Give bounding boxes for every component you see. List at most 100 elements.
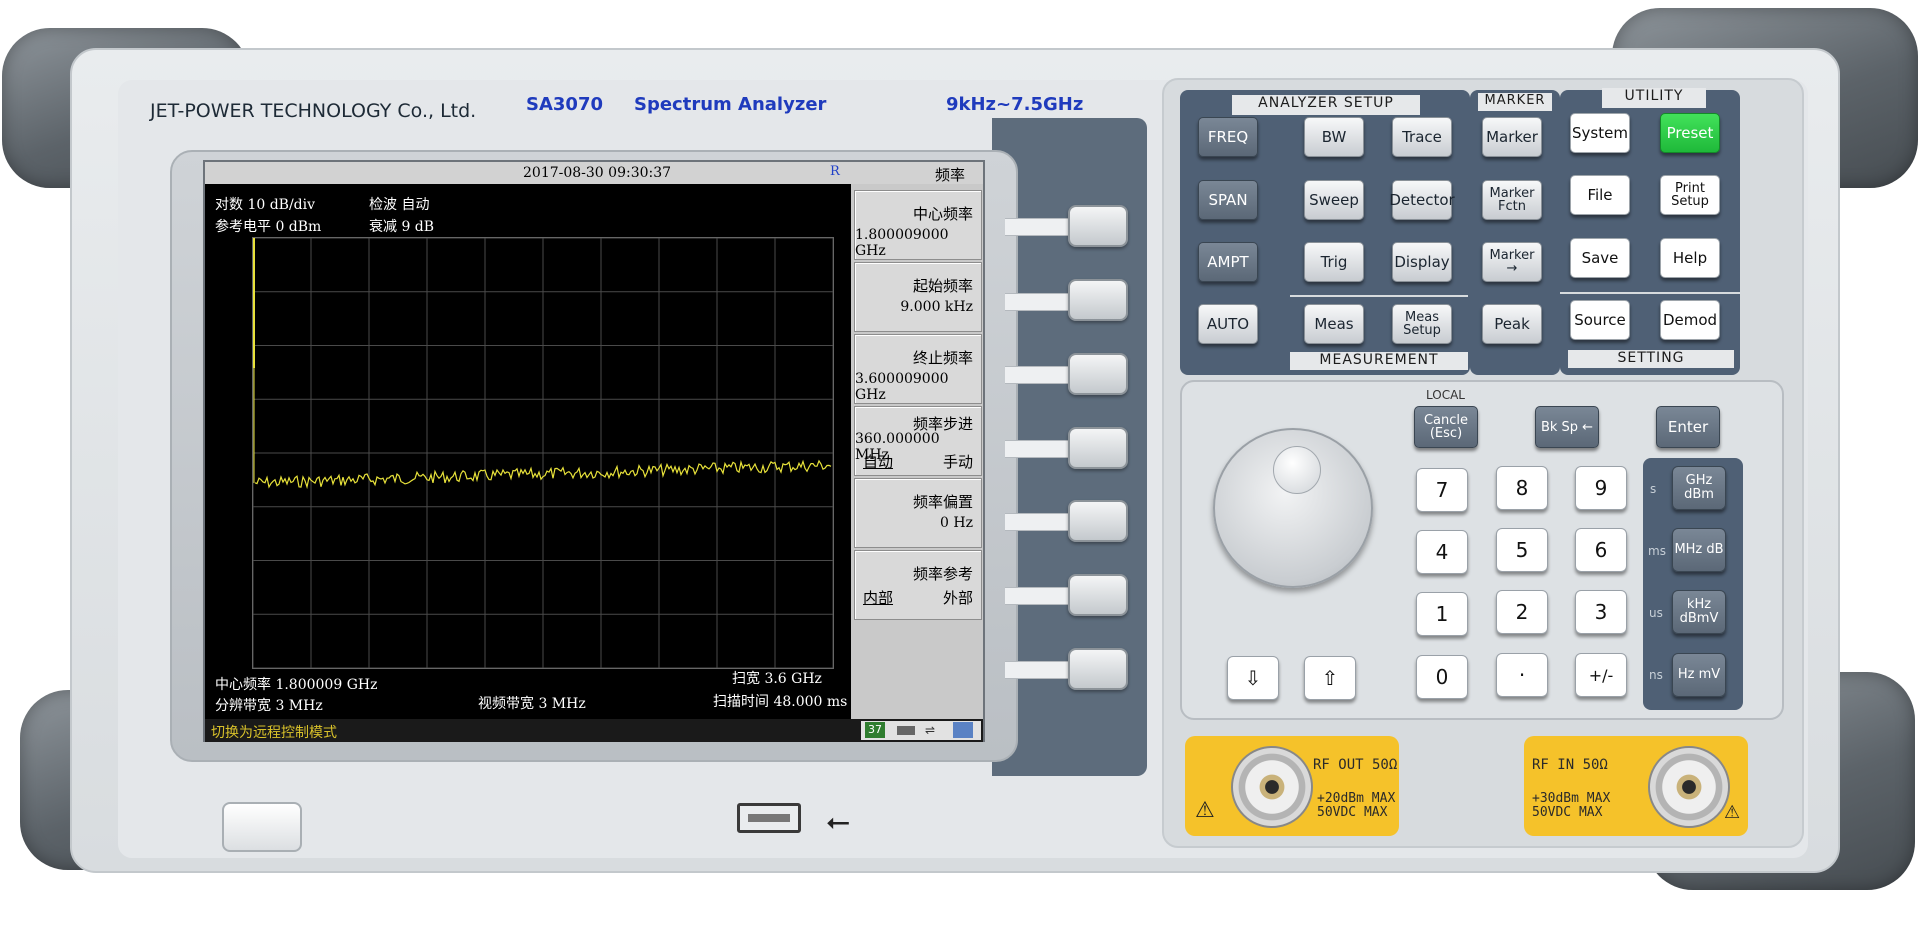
spectrum-graticule	[253, 238, 833, 668]
numpad-key-decimal[interactable]: ·	[1496, 653, 1548, 697]
usb-icon: ⭠	[826, 804, 850, 839]
meas-setup-button[interactable]: Meas Setup	[1392, 304, 1452, 344]
setting-label: SETTING	[1568, 350, 1734, 368]
print-setup-button[interactable]: Print Setup	[1660, 175, 1720, 215]
menu-title: 频率	[935, 166, 966, 184]
softkey-button-5[interactable]	[1068, 500, 1128, 542]
display-screen: 2017-08-30 09:30:37 R 频率 对数 10 dB/div 检波…	[203, 160, 985, 742]
softkey-button-1[interactable]	[1068, 205, 1128, 247]
softkey-stop-freq[interactable]: 终止频率 3.600009000 GHz	[854, 334, 982, 404]
demod-button[interactable]: Demod	[1660, 300, 1720, 340]
system-button[interactable]: System	[1570, 113, 1630, 153]
auto-button[interactable]: AUTO	[1198, 304, 1258, 344]
status-message: 切换为远程控制模式	[211, 725, 337, 741]
rotary-knob[interactable]	[1213, 428, 1373, 588]
arrow-up-button[interactable]: ⇧	[1304, 656, 1356, 700]
trig-button[interactable]: Trig	[1304, 242, 1364, 282]
cancel-esc-button[interactable]: Cancle (Esc)	[1414, 406, 1478, 448]
softkey-connector	[1005, 513, 1071, 531]
span-button[interactable]: SPAN	[1198, 180, 1258, 220]
softkey-option-auto: 自动	[863, 453, 894, 471]
peak-button[interactable]: Peak	[1482, 304, 1542, 344]
hz-mv-button[interactable]: Hz mV	[1672, 653, 1726, 697]
help-button[interactable]: Help	[1660, 238, 1720, 278]
numpad-key-5[interactable]: 5	[1496, 528, 1548, 572]
freq-button[interactable]: FREQ	[1198, 117, 1258, 157]
marker-fctn-button[interactable]: Marker Fctn	[1482, 180, 1542, 220]
display-button[interactable]: Display	[1392, 242, 1452, 282]
softkey-freq-ref[interactable]: 频率参考 内部 外部	[854, 550, 982, 620]
trace-button[interactable]: Trace	[1392, 117, 1452, 157]
rf-out-title: RF OUT 50Ω	[1313, 757, 1398, 773]
rf-in-spec-dc: 50VDC MAX	[1532, 805, 1603, 820]
numpad-key-0[interactable]: 0	[1416, 655, 1468, 699]
numpad-key-6[interactable]: 6	[1575, 528, 1627, 572]
utility-label: UTILITY	[1602, 88, 1706, 108]
softkey-button-6[interactable]	[1068, 574, 1128, 616]
preset-button[interactable]: Preset	[1660, 113, 1720, 153]
company-name: JET-POWER TECHNOLOGY Co., Ltd.	[150, 100, 477, 122]
usb-port[interactable]	[737, 803, 801, 833]
unit-time-label-s: s	[1650, 482, 1657, 496]
softkey-value: 0 Hz	[940, 515, 973, 531]
sweep-time-readout: 扫描时间 48.000 ms	[713, 694, 848, 710]
arrow-down-icon: ⇩	[1244, 666, 1262, 690]
softkey-option-manual: 手动	[942, 453, 973, 471]
status-tray: 37 ⇌	[861, 721, 981, 740]
detector-button[interactable]: Detector	[1389, 180, 1455, 220]
softkey-freq-step[interactable]: 频率步进 360.000000 MHz 自动 手动	[854, 406, 982, 476]
numpad-key-sign[interactable]: +/-	[1575, 653, 1627, 697]
numpad-key-4[interactable]: 4	[1416, 530, 1468, 574]
power-button[interactable]	[222, 802, 302, 852]
center-freq-readout: 中心频率 1.800009 GHz	[215, 677, 378, 693]
local-label: LOCAL	[1426, 388, 1465, 402]
numpad-key-9[interactable]: 9	[1575, 466, 1627, 510]
usb-status-icon: ⇌	[925, 723, 936, 737]
numpad-key-3[interactable]: 3	[1575, 590, 1627, 634]
softkey-center-freq[interactable]: 中心频率 1.800009000 GHz	[854, 190, 982, 260]
remote-indicator: R	[830, 164, 840, 179]
softkey-button-2[interactable]	[1068, 279, 1128, 321]
ref-level-readout: 参考电平 0 dBm	[215, 219, 322, 235]
softkey-label: 频率偏置	[912, 493, 973, 511]
softkey-button-3[interactable]	[1068, 353, 1128, 395]
warning-icon: ⚠	[1195, 798, 1215, 823]
softkey-start-freq[interactable]: 起始频率 9.000 kHz	[854, 262, 982, 332]
file-button[interactable]: File	[1570, 175, 1630, 215]
arrow-up-icon: ⇧	[1321, 666, 1339, 690]
softkey-connector	[1005, 293, 1071, 311]
battery-icon	[897, 726, 915, 735]
khz-dbmv-button[interactable]: kHz dBmV	[1672, 590, 1726, 634]
softkey-freq-offset[interactable]: 频率偏置 0 Hz	[854, 478, 982, 548]
sweep-button[interactable]: Sweep	[1304, 180, 1364, 220]
arrow-down-button[interactable]: ⇩	[1227, 656, 1279, 700]
numpad-key-1[interactable]: 1	[1416, 592, 1468, 636]
marker-to-button[interactable]: Marker →	[1482, 242, 1542, 282]
save-button[interactable]: Save	[1570, 238, 1630, 278]
enter-button[interactable]: Enter	[1656, 406, 1720, 448]
analyzer-setup-label: ANALYZER SETUP	[1232, 95, 1420, 115]
softkey-button-7[interactable]	[1068, 648, 1128, 690]
softkey-button-4[interactable]	[1068, 427, 1128, 469]
numpad-key-8[interactable]: 8	[1496, 466, 1548, 510]
status-bar: 切换为远程控制模式 37 ⇌	[205, 719, 983, 742]
rf-out-connector[interactable]	[1231, 746, 1313, 828]
rf-out-port-panel: RF OUT 50Ω +20dBm MAX 50VDC MAX ⚠	[1185, 736, 1399, 836]
bw-button[interactable]: BW	[1304, 117, 1364, 157]
ampt-button[interactable]: AMPT	[1198, 242, 1258, 282]
backspace-button[interactable]: Bk Sp ←	[1535, 406, 1599, 448]
mhz-db-button[interactable]: MHz dB	[1672, 528, 1726, 572]
ghz-dbm-button[interactable]: GHz dBm	[1672, 466, 1726, 510]
source-button[interactable]: Source	[1570, 300, 1630, 340]
numpad-key-2[interactable]: 2	[1496, 590, 1548, 634]
rf-in-title: RF IN 50Ω	[1532, 757, 1608, 773]
meas-button[interactable]: Meas	[1304, 304, 1364, 344]
softkey-option-internal: 内部	[863, 589, 894, 607]
tray-counter: 37	[865, 722, 885, 738]
softkey-connector	[1005, 661, 1071, 679]
numpad-key-7[interactable]: 7	[1416, 468, 1468, 512]
rf-in-connector[interactable]	[1648, 746, 1730, 828]
marker-button[interactable]: Marker	[1482, 117, 1542, 157]
rf-in-port-panel: RF IN 50Ω +30dBm MAX 50VDC MAX ⚠	[1524, 736, 1748, 836]
softkey-connector	[1005, 366, 1071, 384]
